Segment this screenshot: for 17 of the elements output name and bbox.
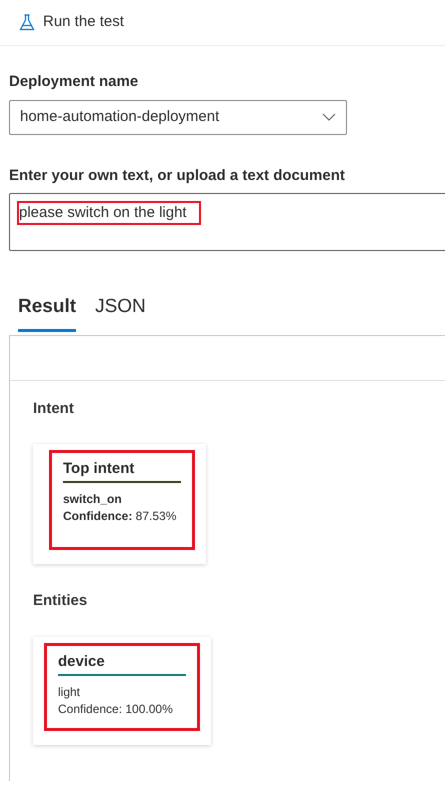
chevron-down-icon: [322, 113, 336, 121]
field-label: Deployment name: [9, 72, 140, 92]
flask-icon: [19, 14, 35, 31]
confidence-text: Confidence: 87.53%: [63, 508, 178, 525]
text-input-field[interactable]: please switch on the light: [9, 193, 445, 251]
section-title: Entities: [33, 591, 88, 611]
card-title: Top intent: [63, 459, 181, 483]
card-title: device: [58, 652, 186, 676]
field-label: Enter your own text, or upload a text document: [9, 166, 346, 186]
tab[interactable]: JSON: [95, 293, 146, 332]
card-value: light: [58, 684, 82, 700]
header-title: Run the test: [43, 12, 124, 32]
confidence-text: Confidence: 100.00%: [58, 700, 174, 718]
card-value: switch_on: [63, 491, 123, 508]
deployment-dropdown[interactable]: home-automation-deployment: [9, 100, 347, 134]
tab[interactable]: Result: [18, 293, 76, 332]
section-title: Intent: [33, 398, 75, 418]
